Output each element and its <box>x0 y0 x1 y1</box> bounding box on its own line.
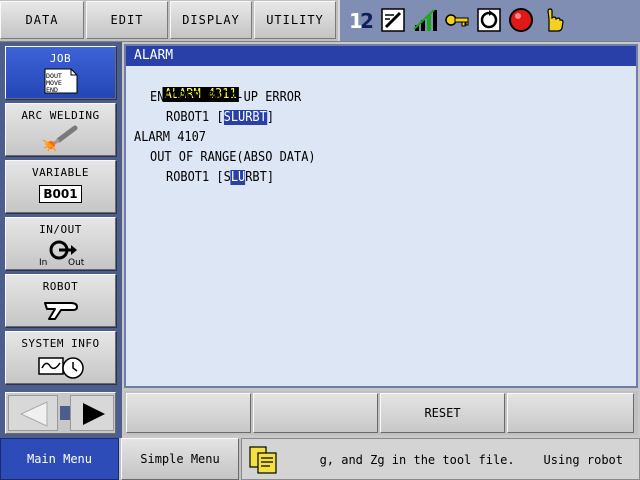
multi-window-icon[interactable] <box>248 445 280 478</box>
alarm-4311-axes: ROBOT1 [SLURBT] <box>166 110 275 125</box>
softkey-bar: RESET <box>124 391 638 435</box>
display-menu-button[interactable]: DISPLAY <box>170 1 252 39</box>
softkey-2[interactable] <box>253 393 378 433</box>
arc-welding-torch-icon <box>6 124 115 152</box>
softkey-1[interactable] <box>126 393 251 433</box>
arc-welding-menu-label: ARC WELDING <box>21 109 100 122</box>
alarm-4311-axis-highlight: SLURBT <box>223 110 267 125</box>
utility-menu-button[interactable]: UTILITY <box>254 1 336 39</box>
main-menu-button[interactable]: Main Menu <box>0 438 119 480</box>
variable-box-icon: B001 <box>6 181 115 209</box>
job-menu-button[interactable]: JOB DOUT MOVE END <box>5 46 116 99</box>
arrow-left-icon <box>19 401 48 427</box>
page-title: ALARM <box>126 46 636 66</box>
status-message: g, and Zg in the tool file. Using robot <box>319 453 623 467</box>
robot-menu-label: ROBOT <box>42 280 79 293</box>
alarm-4107-message: OUT OF RANGE(ABSO DATA) <box>150 150 316 165</box>
robot-menu-button[interactable]: ROBOT <box>5 274 116 327</box>
speed-level-icon <box>412 7 438 33</box>
hand-pointer-icon <box>540 7 566 33</box>
robot-arm-icon <box>6 295 115 323</box>
system-info-menu-button[interactable]: SYSTEM INFO <box>5 331 116 384</box>
in-out-menu-button[interactable]: IN/OUT In Out <box>5 217 116 270</box>
svg-text:2: 2 <box>360 9 374 33</box>
alarm-4311-message: ENCODER BACK-UP ERROR <box>150 90 302 105</box>
cycle-mode-icon <box>476 7 502 33</box>
nav-connector <box>60 406 70 420</box>
arc-welding-menu-button[interactable]: ARC WELDING <box>5 103 116 156</box>
page-navigation <box>5 392 116 434</box>
variable-menu-button[interactable]: VARIABLE B001 <box>5 160 116 213</box>
simple-menu-button[interactable]: Simple Menu <box>121 438 239 480</box>
status-icon-area: 1 2 <box>338 0 640 41</box>
page-forward-button[interactable] <box>70 395 114 431</box>
main-menu-panel: JOB DOUT MOVE END ARC WELDING VARIABLE B… <box>0 42 122 438</box>
security-key-icon <box>444 7 470 33</box>
edit-menu-button[interactable]: EDIT <box>86 1 168 39</box>
io-arrow-icon <box>6 238 115 266</box>
io-in-label: In <box>39 258 48 268</box>
data-menu-button[interactable]: DATA <box>0 1 84 39</box>
io-out-label: Out <box>68 258 85 268</box>
job-icon-text: DOUT MOVE END <box>46 73 62 94</box>
message-area: g, and Zg in the tool file. Using robot <box>241 438 640 480</box>
control-group-icon: 1 2 <box>348 7 374 33</box>
alarm-display: ALARM ALARM 4311 ENCODER BACK-UP ERROR R… <box>124 44 638 388</box>
job-menu-label: JOB <box>49 52 72 65</box>
system-info-menu-label: SYSTEM INFO <box>21 337 100 350</box>
system-info-clock-icon <box>6 352 115 380</box>
servo-stop-icon <box>508 7 534 33</box>
softkey-4[interactable] <box>507 393 634 433</box>
alarm-4107-code[interactable]: ALARM 4107 <box>134 129 206 147</box>
page-back-button[interactable] <box>8 395 58 431</box>
reset-button[interactable]: RESET <box>380 393 505 433</box>
in-out-menu-label: IN/OUT <box>39 223 82 236</box>
top-menu-bar: DATA EDIT DISPLAY UTILITY 1 2 <box>0 0 640 42</box>
alarm-4107-axes: ROBOT1 [SLURBT] <box>166 170 275 185</box>
variable-menu-label: VARIABLE <box>32 166 89 179</box>
edit-mode-icon <box>380 7 406 33</box>
arrow-right-icon <box>83 403 105 425</box>
alarm-4107-axis-highlight: LU <box>230 170 246 185</box>
bottom-status-bar: Main Menu Simple Menu g, and Zg in the t… <box>0 438 640 480</box>
